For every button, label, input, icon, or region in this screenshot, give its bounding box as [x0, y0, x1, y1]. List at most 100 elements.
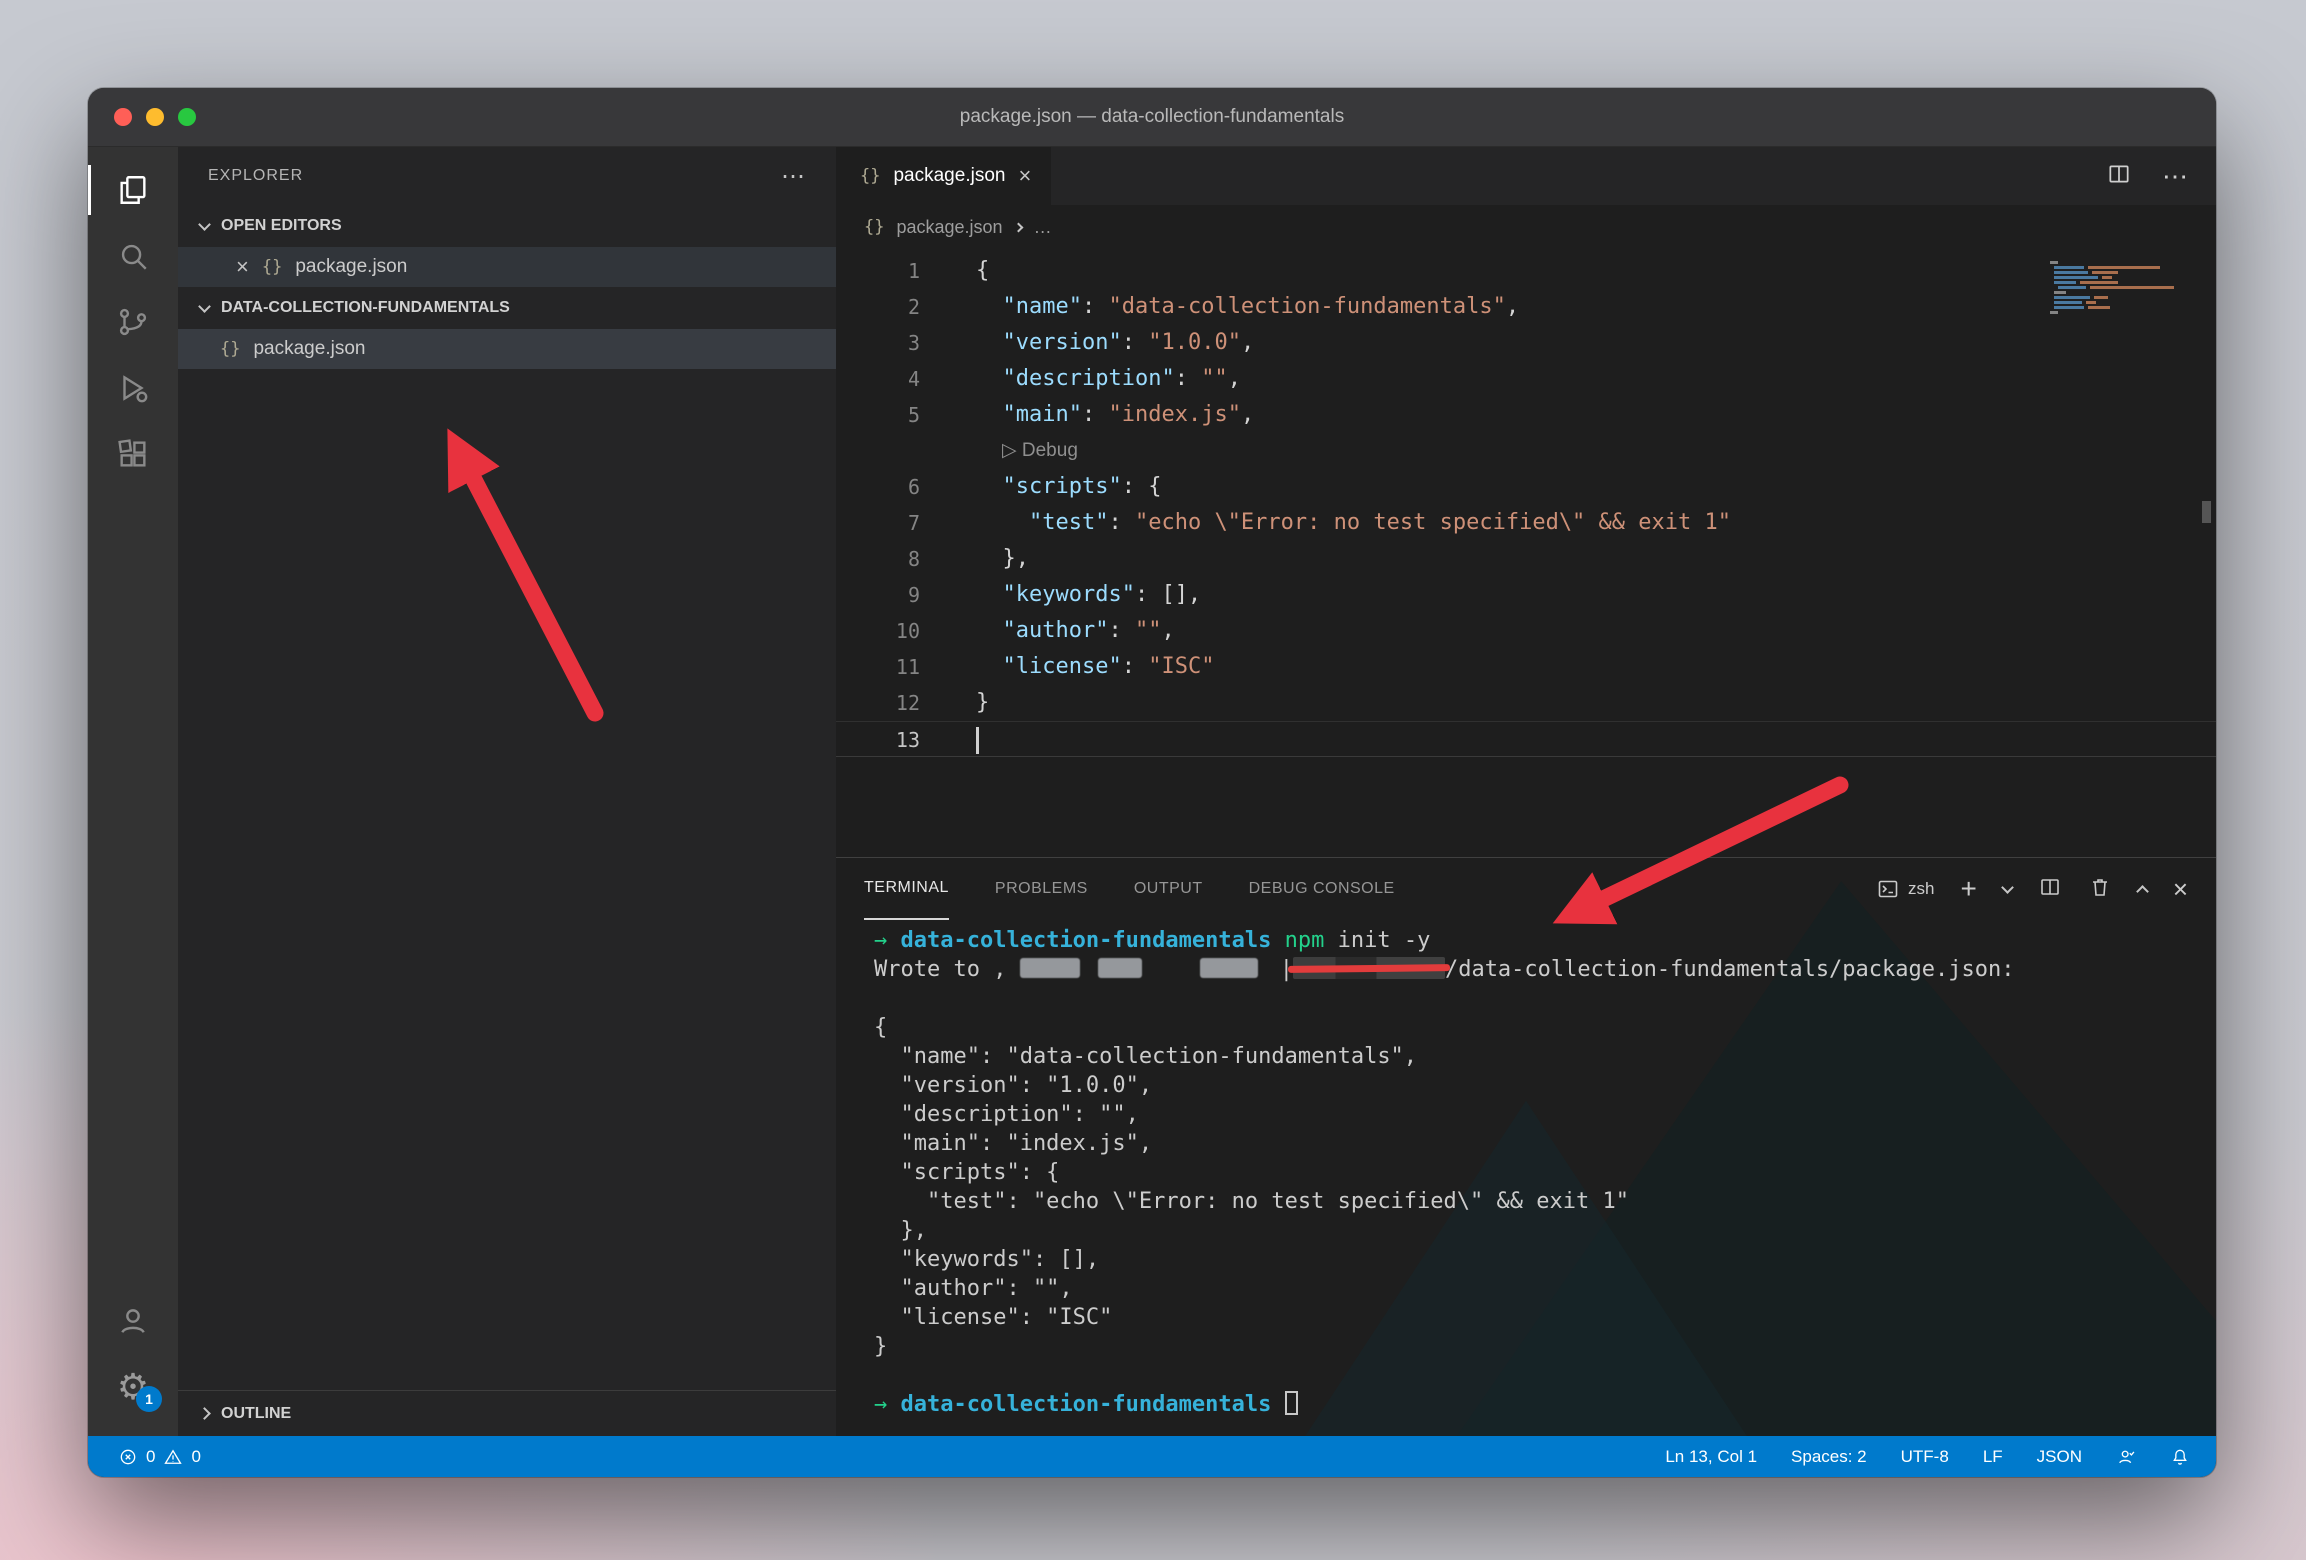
line-number: 13: [836, 722, 920, 756]
source-control-icon[interactable]: [88, 289, 178, 355]
editor-group: {} package.json × ⋯ {} package.json … 1: [836, 147, 2216, 1436]
split-editor-icon[interactable]: [2106, 161, 2132, 192]
more-actions-icon[interactable]: ⋯: [781, 162, 806, 191]
split-terminal-icon[interactable]: [2038, 875, 2062, 904]
terminal-line: "license": "ISC": [874, 1303, 2216, 1332]
breadcrumb[interactable]: {} package.json …: [836, 205, 2216, 249]
minimize-window-button[interactable]: [146, 108, 164, 126]
warning-icon: [163, 1447, 183, 1467]
status-indentation[interactable]: Spaces: 2: [1791, 1447, 1867, 1467]
terminal-cursor: [1285, 1391, 1298, 1415]
code-text: }: [976, 685, 989, 721]
code-line[interactable]: 4 "description": "",: [836, 361, 2216, 397]
window-title: package.json — data-collection-fundament…: [960, 106, 1344, 128]
code-line[interactable]: 3 "version": "1.0.0",: [836, 325, 2216, 361]
editor-cursor: [976, 727, 979, 754]
code-line[interactable]: 13: [836, 721, 2216, 757]
status-encoding[interactable]: UTF-8: [1901, 1447, 1949, 1467]
code-line[interactable]: 9 "keywords": [],: [836, 577, 2216, 613]
code-text: "test": "echo \"Error: no test specified…: [976, 505, 1731, 541]
line-number: 10: [836, 613, 920, 649]
code-text: "version": "1.0.0",: [976, 325, 1254, 361]
settings-badge: 1: [136, 1386, 162, 1412]
open-editor-item-package-json[interactable]: × {} package.json: [178, 247, 836, 287]
status-language[interactable]: JSON: [2037, 1447, 2082, 1467]
explorer-icon[interactable]: [88, 157, 178, 223]
kill-terminal-icon[interactable]: [2088, 875, 2112, 904]
editor-tab-package-json[interactable]: {} package.json ×: [836, 147, 1052, 205]
close-tab-icon[interactable]: ×: [1018, 165, 1031, 187]
open-editor-label: package.json: [295, 256, 407, 278]
notifications-bell-icon[interactable]: [2170, 1447, 2190, 1467]
search-icon[interactable]: [88, 223, 178, 289]
shell-selector[interactable]: zsh: [1876, 877, 1934, 901]
feedback-icon[interactable]: [2116, 1447, 2136, 1467]
open-editors-label: OPEN EDITORS: [221, 217, 342, 235]
chevron-down-icon[interactable]: [2001, 881, 2014, 894]
terminal-tabs: TERMINAL PROBLEMS OUTPUT DEBUG CONSOLE: [864, 858, 1441, 920]
code-line[interactable]: 11 "license": "ISC": [836, 649, 2216, 685]
tab-label: package.json: [893, 165, 1005, 187]
panel-tab-debug-console[interactable]: DEBUG CONSOLE: [1249, 858, 1395, 920]
code-text: "author": "",: [976, 613, 1175, 649]
redacted-block: [1098, 958, 1142, 978]
panel-tab-problems[interactable]: PROBLEMS: [995, 858, 1088, 920]
line-number: 7: [836, 505, 920, 541]
code-line[interactable]: 12}: [836, 685, 2216, 721]
problems-indicator[interactable]: 0 0: [118, 1447, 201, 1467]
chevron-down-icon: [198, 300, 211, 313]
terminal-line: }: [874, 1332, 2216, 1361]
accounts-icon[interactable]: [88, 1288, 178, 1354]
breadcrumb-file[interactable]: package.json: [896, 217, 1002, 238]
terminal-line: "main": "index.js",: [874, 1129, 2216, 1158]
close-editor-icon[interactable]: ×: [236, 256, 249, 278]
file-item-label: package.json: [253, 338, 365, 360]
close-window-button[interactable]: [114, 108, 132, 126]
status-eol[interactable]: LF: [1983, 1447, 2003, 1467]
line-number: 11: [836, 649, 920, 685]
outline-section-header[interactable]: OUTLINE: [178, 1390, 836, 1436]
scrollbar-thumb[interactable]: [2202, 501, 2211, 523]
panel-tab-terminal[interactable]: TERMINAL: [864, 858, 949, 920]
terminal-line: "test": "echo \"Error: no test specified…: [874, 1187, 2216, 1216]
terminal-line: → data-collection-fundamentals: [874, 1390, 2216, 1419]
new-terminal-icon[interactable]: +: [1960, 875, 1976, 903]
zoom-window-button[interactable]: [178, 108, 196, 126]
settings-gear-icon[interactable]: ⚙ 1: [88, 1354, 178, 1420]
minimap[interactable]: [2044, 257, 2200, 325]
run-debug-icon[interactable]: [88, 355, 178, 421]
chevron-right-icon: [198, 1407, 211, 1420]
codelens-debug[interactable]: ▷ Debug: [836, 433, 2216, 469]
terminal-output[interactable]: → data-collection-fundamentals npm init …: [836, 920, 2216, 1419]
code-line[interactable]: 8 },: [836, 541, 2216, 577]
code-line[interactable]: 6 "scripts": {: [836, 469, 2216, 505]
line-number: 5: [836, 397, 920, 433]
code-editor[interactable]: 1{2 "name": "data-collection-fundamental…: [836, 249, 2216, 857]
code-line[interactable]: 2 "name": "data-collection-fundamentals"…: [836, 289, 2216, 325]
code-line[interactable]: 5 "main": "index.js",: [836, 397, 2216, 433]
code-text: "main": "index.js",: [976, 397, 1254, 433]
status-cursor-position[interactable]: Ln 13, Col 1: [1665, 1447, 1757, 1467]
code-line[interactable]: 7 "test": "echo \"Error: no test specifi…: [836, 505, 2216, 541]
code-line[interactable]: 10 "author": "",: [836, 613, 2216, 649]
panel-tab-output[interactable]: OUTPUT: [1134, 858, 1203, 920]
file-item-package-json[interactable]: {} package.json: [178, 329, 836, 369]
vscode-window: package.json — data-collection-fundament…: [88, 88, 2216, 1477]
open-editors-section-header[interactable]: OPEN EDITORS: [178, 205, 836, 247]
code-text: "license": "ISC": [976, 649, 1214, 685]
code-line[interactable]: 1{: [836, 253, 2216, 289]
window-titlebar[interactable]: package.json — data-collection-fundament…: [88, 88, 2216, 147]
terminal-lines: → data-collection-fundamentals npm init …: [874, 926, 2216, 1419]
code-text: "name": "data-collection-fundamentals",: [976, 289, 1519, 325]
code-lines: 1{2 "name": "data-collection-fundamental…: [836, 253, 2216, 757]
panel-header: TERMINALPROBLEMSOUTPUTDEBUG CONSOLE zsh …: [836, 858, 2216, 920]
breadcrumb-ellipsis[interactable]: …: [1034, 217, 1052, 238]
editor-more-actions-icon[interactable]: ⋯: [2162, 161, 2188, 192]
activity-bar: ⚙ 1: [88, 147, 178, 1436]
workspace-label: DATA-COLLECTION-FUNDAMENTALS: [221, 299, 510, 317]
extensions-icon[interactable]: [88, 421, 178, 487]
close-panel-icon[interactable]: ×: [2173, 876, 2188, 902]
workspace-section-header[interactable]: DATA-COLLECTION-FUNDAMENTALS: [178, 287, 836, 329]
shell-name: zsh: [1908, 879, 1934, 899]
maximize-panel-icon[interactable]: [2136, 885, 2149, 898]
